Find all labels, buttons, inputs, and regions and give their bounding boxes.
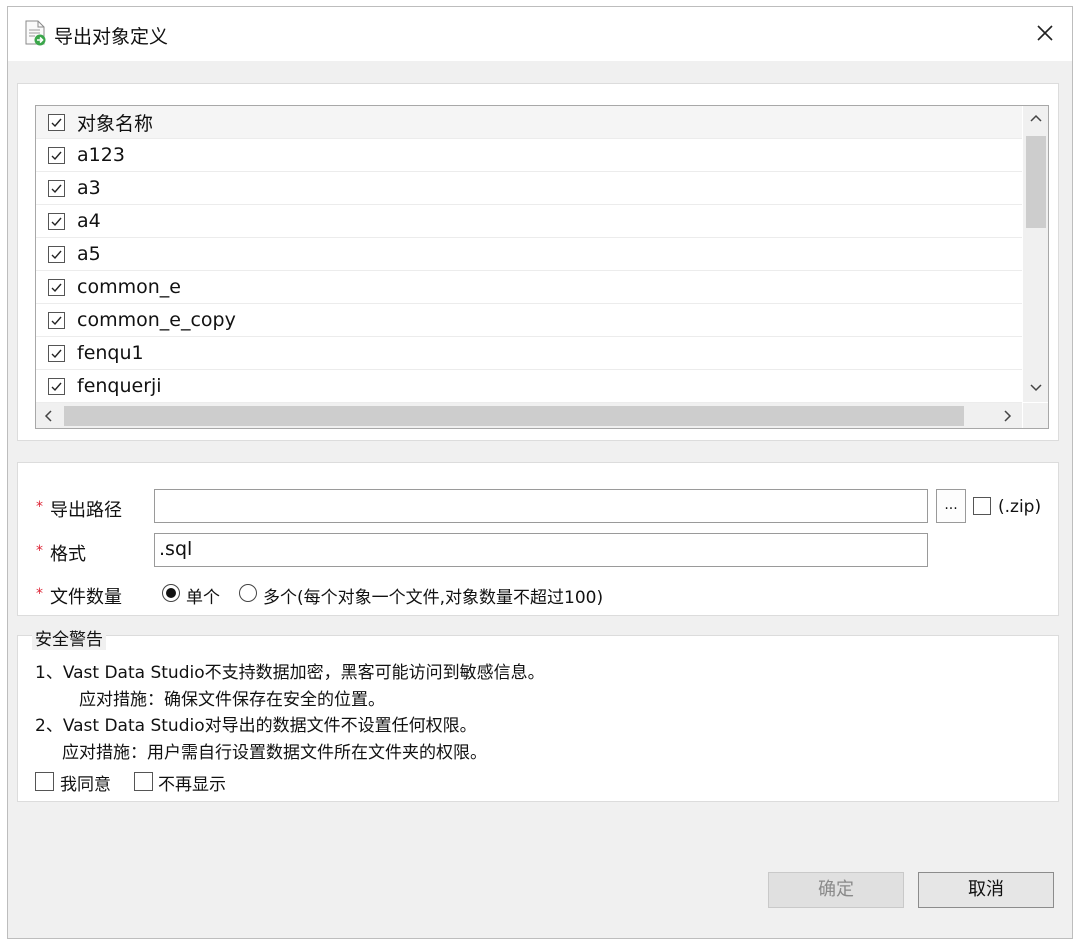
check-icon: [51, 316, 62, 325]
export-dialog: 导出对象定义 对象名称 a123 a3 a4 a5 common_e commo…: [7, 6, 1073, 939]
scroll-down-button[interactable]: [1023, 374, 1048, 399]
security-warning-group: 1、Vast Data Studio不支持数据加密，黑客可能访问到敏感信息。 应…: [17, 635, 1059, 802]
required-mark: *: [36, 586, 43, 602]
list-item[interactable]: fenqu1: [36, 337, 1022, 370]
scroll-left-button[interactable]: [36, 403, 61, 428]
browse-button[interactable]: ...: [936, 489, 966, 523]
list-item[interactable]: a5: [36, 238, 1022, 271]
check-icon: [51, 151, 62, 160]
item-label: common_e_copy: [77, 309, 236, 331]
item-label: a123: [77, 144, 125, 166]
agree-checkbox[interactable]: [35, 772, 54, 791]
item-label: fenqu1: [77, 342, 144, 364]
list-item[interactable]: fenquerji: [36, 370, 1022, 403]
list-item[interactable]: a4: [36, 205, 1022, 238]
item-label: a4: [77, 210, 101, 232]
document-export-icon: [25, 20, 46, 46]
warning-line-2: 应对措施：确保文件保存在安全的位置。: [79, 690, 385, 710]
check-icon: [51, 184, 62, 193]
check-icon: [51, 250, 62, 259]
file-count-label: 文件数量: [50, 587, 122, 608]
chevron-up-icon: [1029, 114, 1042, 122]
object-list-panel: 对象名称 a123 a3 a4 a5 common_e common_e_cop…: [17, 83, 1059, 441]
object-list[interactable]: 对象名称 a123 a3 a4 a5 common_e common_e_cop…: [35, 105, 1049, 429]
scroll-right-button[interactable]: [994, 403, 1019, 428]
cancel-button[interactable]: 取消: [918, 872, 1054, 908]
list-item[interactable]: a3: [36, 172, 1022, 205]
item-label: common_e: [77, 276, 181, 298]
warning-line-1: 1、Vast Data Studio不支持数据加密，黑客可能访问到敏感信息。: [35, 663, 545, 683]
chevron-down-icon: [1029, 383, 1042, 391]
check-icon: [51, 382, 62, 391]
list-item[interactable]: common_e: [36, 271, 1022, 304]
check-icon: [51, 118, 62, 127]
single-file-label[interactable]: 单个: [186, 583, 220, 608]
horizontal-scroll-thumb[interactable]: [64, 406, 964, 426]
zip-checkbox[interactable]: [973, 497, 991, 515]
close-icon: [1037, 25, 1053, 41]
single-file-radio[interactable]: [162, 584, 180, 602]
export-path-input[interactable]: [154, 489, 928, 523]
required-mark: *: [36, 543, 43, 559]
check-icon: [51, 349, 62, 358]
agree-label[interactable]: 我同意: [60, 770, 111, 795]
item-checkbox[interactable]: [48, 245, 65, 263]
item-label: a5: [77, 243, 101, 265]
multi-file-radio[interactable]: [239, 584, 257, 602]
scrollbar-corner: [1023, 403, 1048, 428]
no-show-again-checkbox[interactable]: [134, 772, 153, 791]
list-item[interactable]: common_e_copy: [36, 304, 1022, 337]
scroll-up-button[interactable]: [1023, 106, 1048, 131]
item-checkbox[interactable]: [48, 344, 65, 362]
format-field[interactable]: .sql: [154, 533, 928, 567]
item-label: fenquerji: [77, 375, 162, 397]
list-item[interactable]: a123: [36, 139, 1022, 172]
required-mark: *: [36, 499, 43, 515]
export-path-label: 导出路径: [50, 500, 122, 521]
warning-line-3: 2、Vast Data Studio对导出的数据文件不设置任何权限。: [35, 716, 477, 736]
check-icon: [51, 283, 62, 292]
chevron-right-icon: [1003, 409, 1011, 422]
vertical-scrollbar[interactable]: [1023, 106, 1048, 402]
item-checkbox[interactable]: [48, 146, 65, 164]
chevron-left-icon: [44, 409, 52, 422]
zip-label: (.zip): [998, 497, 1042, 517]
column-header-object-name: 对象名称: [77, 112, 154, 135]
close-button[interactable]: [1026, 15, 1064, 51]
security-warning-title: 安全警告: [32, 625, 106, 650]
title-bar: 导出对象定义: [8, 7, 1072, 61]
item-checkbox[interactable]: [48, 212, 65, 230]
multi-file-label[interactable]: 多个(每个对象一个文件,对象数量不超过100): [263, 583, 603, 608]
select-all-checkbox[interactable]: [48, 113, 65, 131]
export-options-panel: * 导出路径 ... (.zip) * 格式 .sql * 文件数量 单个 多个…: [17, 462, 1059, 616]
dialog-title: 导出对象定义: [54, 26, 169, 48]
item-checkbox[interactable]: [48, 311, 65, 329]
format-label: 格式: [50, 544, 86, 565]
vertical-scroll-thumb[interactable]: [1026, 136, 1046, 228]
warning-line-4: 应对措施：用户需自行设置数据文件所在文件夹的权限。: [62, 743, 487, 763]
horizontal-scrollbar[interactable]: [36, 403, 1022, 428]
no-show-again-label[interactable]: 不再显示: [158, 770, 226, 795]
list-header: 对象名称: [36, 106, 1022, 139]
item-checkbox[interactable]: [48, 377, 65, 395]
item-label: a3: [77, 177, 101, 199]
item-checkbox[interactable]: [48, 278, 65, 296]
confirm-button[interactable]: 确定: [768, 872, 904, 908]
check-icon: [51, 217, 62, 226]
item-checkbox[interactable]: [48, 179, 65, 197]
